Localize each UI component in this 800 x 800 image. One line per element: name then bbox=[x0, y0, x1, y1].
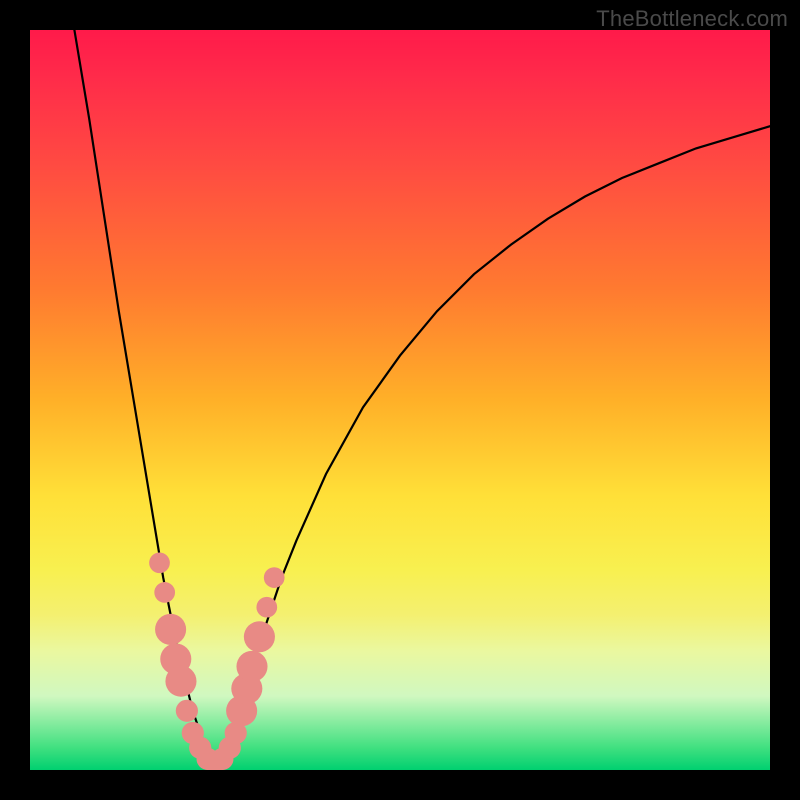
highlight-marker bbox=[264, 567, 285, 588]
chart-plot-area bbox=[30, 30, 770, 770]
highlight-marker bbox=[256, 597, 277, 618]
highlight-marker bbox=[155, 614, 186, 645]
highlight-marker bbox=[236, 651, 267, 682]
highlight-marker bbox=[165, 666, 196, 697]
highlight-marker bbox=[176, 700, 198, 722]
highlight-marker bbox=[149, 552, 170, 573]
marker-group bbox=[149, 552, 284, 770]
highlight-marker bbox=[154, 582, 175, 603]
series-right-curve bbox=[215, 126, 770, 762]
watermark-text: TheBottleneck.com bbox=[596, 6, 788, 32]
highlight-marker bbox=[244, 621, 275, 652]
chart-svg bbox=[30, 30, 770, 770]
series-left-curve bbox=[74, 30, 215, 763]
